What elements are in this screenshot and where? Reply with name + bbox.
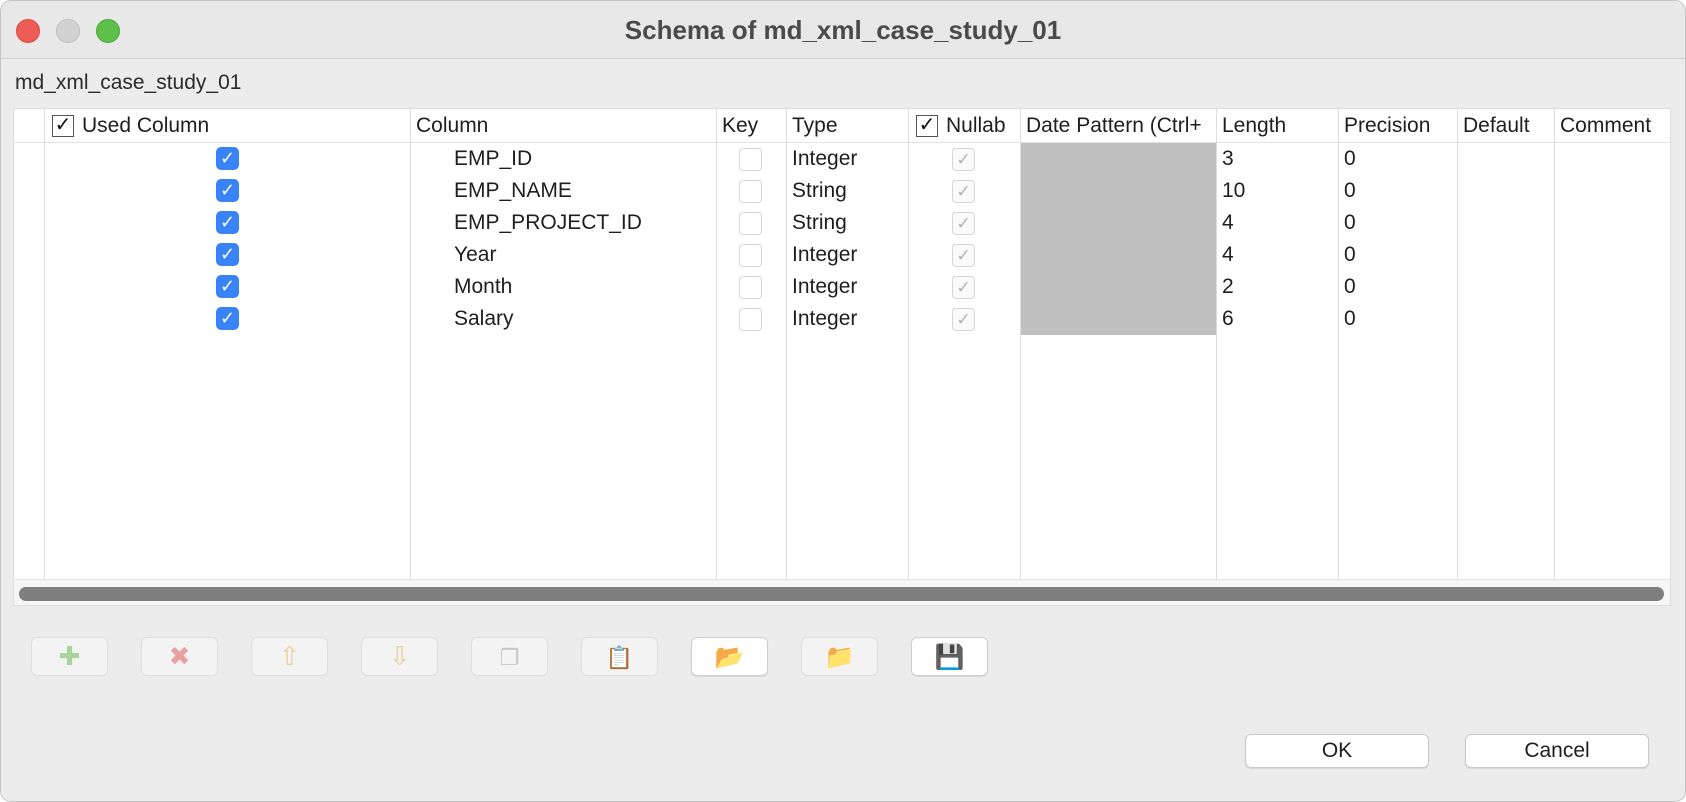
import-schema-button[interactable]: 📂 xyxy=(691,637,768,676)
header-precision[interactable]: Precision xyxy=(1344,109,1455,143)
paste-button[interactable]: 📋 xyxy=(581,637,658,676)
save-schema-button[interactable]: 💾 xyxy=(911,637,988,676)
ok-button[interactable]: OK xyxy=(1245,734,1429,768)
type-cell[interactable]: String xyxy=(792,207,847,239)
delete-x-icon: ✖ xyxy=(168,641,191,671)
date-pattern-cell[interactable] xyxy=(1021,207,1216,239)
cancel-button[interactable]: Cancel xyxy=(1465,734,1649,768)
header-key[interactable]: Key xyxy=(722,109,784,143)
horizontal-scrollbar-thumb[interactable] xyxy=(19,587,1664,601)
header-comment[interactable]: Comment xyxy=(1560,109,1670,143)
table-row[interactable]: ✓ EMP_NAME String ✓ 10 0 xyxy=(14,175,1670,207)
nullable-checkbox[interactable]: ✓ xyxy=(952,148,975,171)
header-date-pattern[interactable]: Date Pattern (Ctrl+ xyxy=(1026,109,1214,143)
window-title: Schema of md_xml_case_study_01 xyxy=(624,15,1062,45)
key-checkbox[interactable] xyxy=(739,244,762,267)
used-column-checkbox[interactable]: ✓ xyxy=(216,179,239,202)
key-checkbox[interactable] xyxy=(739,148,762,171)
used-column-checkbox[interactable]: ✓ xyxy=(216,275,239,298)
table-header-row: ✓ Used Column Column Key Type ✓ Nullab Date Pat… xyxy=(14,109,1670,143)
nullable-checkbox[interactable]: ✓ xyxy=(952,276,975,299)
column-name-cell[interactable]: Year xyxy=(454,239,496,271)
add-row-button[interactable]: ✚ xyxy=(31,637,108,676)
length-cell[interactable]: 4 xyxy=(1222,207,1234,239)
arrow-down-icon: ⇩ xyxy=(388,641,411,671)
move-up-button[interactable]: ⇧ xyxy=(251,637,328,676)
key-checkbox[interactable] xyxy=(739,276,762,299)
length-cell[interactable]: 6 xyxy=(1222,303,1234,335)
type-cell[interactable]: Integer xyxy=(792,239,857,271)
table-row[interactable]: ✓ Month Integer ✓ 2 0 xyxy=(14,271,1670,303)
nullable-checkbox[interactable]: ✓ xyxy=(952,308,975,331)
remove-row-button[interactable]: ✖ xyxy=(141,637,218,676)
type-cell[interactable]: Integer xyxy=(792,303,857,335)
header-length[interactable]: Length xyxy=(1222,109,1336,143)
header-used-column[interactable]: Used Column xyxy=(82,109,408,143)
key-checkbox[interactable] xyxy=(739,308,762,331)
date-pattern-cell[interactable] xyxy=(1021,303,1216,335)
schema-dialog: Schema of md_xml_case_study_01 md_xml_ca… xyxy=(0,0,1686,802)
header-default[interactable]: Default xyxy=(1463,109,1552,143)
header-nullable-checkbox[interactable]: ✓ xyxy=(916,115,938,137)
length-cell[interactable]: 3 xyxy=(1222,143,1234,175)
folder-export-icon: 📁 xyxy=(824,644,855,671)
length-cell[interactable]: 4 xyxy=(1222,239,1234,271)
date-pattern-cell[interactable] xyxy=(1021,271,1216,303)
nullable-checkbox[interactable]: ✓ xyxy=(952,244,975,267)
date-pattern-cell[interactable] xyxy=(1021,143,1216,175)
precision-cell[interactable]: 0 xyxy=(1344,271,1356,303)
used-column-checkbox[interactable]: ✓ xyxy=(216,243,239,266)
table-row[interactable]: ✓ EMP_PROJECT_ID String ✓ 4 0 xyxy=(14,207,1670,239)
column-name-cell[interactable]: EMP_ID xyxy=(454,143,532,175)
paste-icon: 📋 xyxy=(605,645,634,670)
header-column[interactable]: Column xyxy=(416,109,714,143)
schema-table: ✓ Used Column Column Key Type ✓ Nullab Date Pat… xyxy=(13,108,1671,606)
precision-cell[interactable]: 0 xyxy=(1344,175,1356,207)
type-cell[interactable]: Integer xyxy=(792,143,857,175)
column-name-cell[interactable]: EMP_NAME xyxy=(454,175,572,207)
used-column-checkbox[interactable]: ✓ xyxy=(216,307,239,330)
nullable-checkbox[interactable]: ✓ xyxy=(952,180,975,203)
type-cell[interactable]: Integer xyxy=(792,271,857,303)
date-pattern-cell[interactable] xyxy=(1021,239,1216,271)
arrow-up-icon: ⇧ xyxy=(278,641,301,671)
folder-import-icon: 📂 xyxy=(714,644,745,671)
floppy-disk-icon: 💾 xyxy=(934,644,965,671)
length-cell[interactable]: 2 xyxy=(1222,271,1234,303)
header-used-column-checkbox[interactable]: ✓ xyxy=(52,115,74,137)
copy-icon: ❐ xyxy=(499,645,520,670)
used-column-checkbox[interactable]: ✓ xyxy=(216,147,239,170)
header-type[interactable]: Type xyxy=(792,109,906,143)
horizontal-scrollbar[interactable] xyxy=(14,579,1670,605)
used-column-checkbox[interactable]: ✓ xyxy=(216,211,239,234)
header-nullable[interactable]: Nullab xyxy=(946,109,1018,143)
length-cell[interactable]: 10 xyxy=(1222,175,1245,207)
type-cell[interactable]: String xyxy=(792,175,847,207)
schema-table-body: ✓ Used Column Column Key Type ✓ Nullab Date Pat… xyxy=(14,109,1670,579)
table-row[interactable]: ✓ Salary Integer ✓ 6 0 xyxy=(14,303,1670,335)
date-pattern-cell[interactable] xyxy=(1021,175,1216,207)
precision-cell[interactable]: 0 xyxy=(1344,303,1356,335)
move-down-button[interactable]: ⇩ xyxy=(361,637,438,676)
plus-icon: ✚ xyxy=(58,641,81,671)
key-checkbox[interactable] xyxy=(739,180,762,203)
key-checkbox[interactable] xyxy=(739,212,762,235)
column-name-cell[interactable]: Month xyxy=(454,271,512,303)
precision-cell[interactable]: 0 xyxy=(1344,207,1356,239)
table-row[interactable]: ✓ Year Integer ✓ 4 0 xyxy=(14,239,1670,271)
precision-cell[interactable]: 0 xyxy=(1344,143,1356,175)
precision-cell[interactable]: 0 xyxy=(1344,239,1356,271)
title-bar: Schema of md_xml_case_study_01 xyxy=(1,1,1685,59)
export-schema-button[interactable]: 📁 xyxy=(801,637,878,676)
nullable-checkbox[interactable]: ✓ xyxy=(952,212,975,235)
schema-name-label: md_xml_case_study_01 xyxy=(15,71,242,94)
column-name-cell[interactable]: EMP_PROJECT_ID xyxy=(454,207,642,239)
table-row[interactable]: ✓ EMP_ID Integer ✓ 3 0 xyxy=(14,143,1670,175)
copy-button[interactable]: ❐ xyxy=(471,637,548,676)
column-name-cell[interactable]: Salary xyxy=(454,303,514,335)
